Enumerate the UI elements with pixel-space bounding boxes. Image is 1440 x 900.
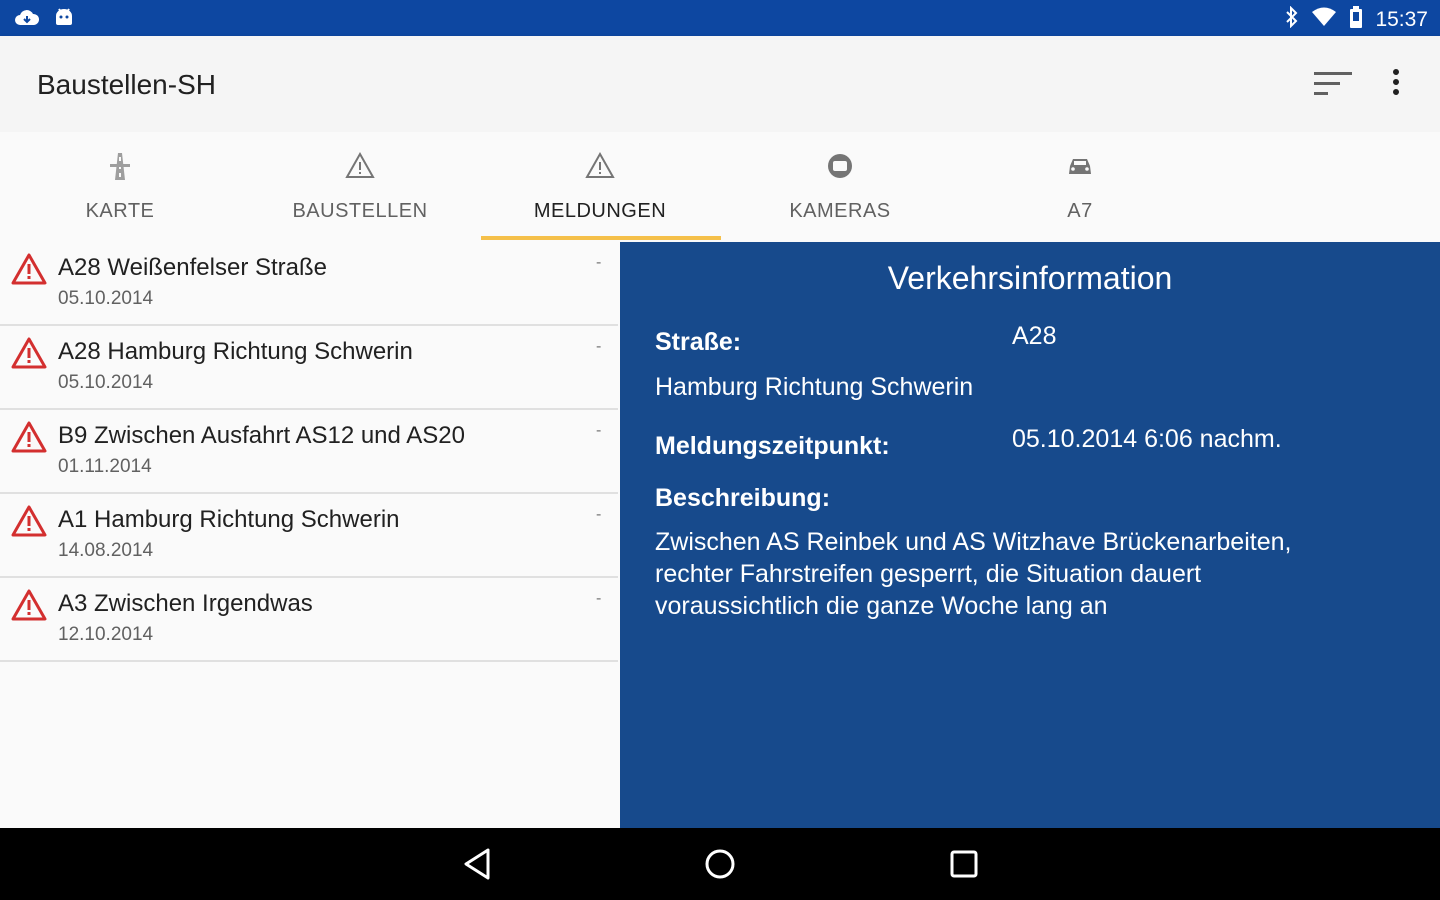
status-bar: 15:37 <box>0 0 1440 36</box>
recents-button[interactable] <box>944 846 984 882</box>
warning-icon <box>10 252 48 286</box>
camera-icon <box>824 150 856 182</box>
app-title: Baustellen-SH <box>37 69 216 100</box>
road-label: Straße: <box>655 328 742 356</box>
road-value: A28 <box>1012 322 1057 350</box>
message-date: 05.10.2014 <box>58 288 154 309</box>
navigation-bar <box>0 828 1440 900</box>
tab-bar: KARTE BAUSTELLEN MELDUNGEN KAMERAS A7 <box>0 132 1440 242</box>
list-item[interactable]: A28 Hamburg Richtung Schwerin 05.10.2014… <box>0 326 618 410</box>
tab-label: KARTE <box>85 200 155 222</box>
tab-meldungen[interactable]: MELDUNGEN <box>480 132 720 240</box>
message-trailing: - <box>596 254 602 271</box>
time-label: Meldungszeitpunkt: <box>655 432 890 460</box>
more-vert-icon <box>1393 69 1399 95</box>
clock: 15:37 <box>1375 7 1428 31</box>
message-trailing: - <box>596 506 602 523</box>
home-icon <box>705 849 735 879</box>
cloud-icon <box>14 7 40 32</box>
tab-label: KAMERAS <box>789 200 891 222</box>
detail-heading: Verkehrsinformation <box>887 260 1173 296</box>
bluetooth-icon <box>1285 5 1299 33</box>
message-date: 14.08.2014 <box>58 540 154 561</box>
warning-icon <box>10 336 48 370</box>
message-title: A3 Zwischen Irgendwas <box>58 590 313 617</box>
tab-label: MELDUNGEN <box>533 200 667 222</box>
message-title: A28 Weißenfelser Straße <box>58 254 328 281</box>
back-icon <box>464 848 490 880</box>
message-trailing: - <box>596 422 602 439</box>
message-trailing: - <box>596 338 602 355</box>
warning-icon <box>10 504 48 538</box>
message-title: A1 Hamburg Richtung Schwerin <box>58 506 400 533</box>
list-item[interactable]: A3 Zwischen Irgendwas 12.10.2014 - <box>0 578 618 662</box>
road-icon <box>104 150 136 182</box>
wifi-icon <box>1311 7 1337 32</box>
warning-icon <box>10 420 48 454</box>
message-list: A28 Weißenfelser Straße 05.10.2014 - A28… <box>0 242 618 828</box>
tab-label: A7 <box>1067 200 1093 222</box>
tab-a7[interactable]: A7 <box>960 132 1200 240</box>
list-item[interactable]: B9 Zwischen Ausfahrt AS12 und AS20 01.11… <box>0 410 618 494</box>
warning-icon <box>344 150 376 182</box>
warning-icon <box>584 150 616 182</box>
battery-icon <box>1349 6 1363 33</box>
message-date: 01.11.2014 <box>58 456 152 477</box>
tab-baustellen[interactable]: BAUSTELLEN <box>240 132 480 240</box>
sort-icon <box>1314 72 1352 95</box>
sort-button[interactable] <box>1312 70 1354 98</box>
app-bar: Baustellen-SH <box>0 36 1440 132</box>
tab-kameras[interactable]: KAMERAS <box>720 132 960 240</box>
message-date: 05.10.2014 <box>58 372 154 393</box>
home-button[interactable] <box>700 846 740 882</box>
description-label: Beschreibung: <box>655 484 831 512</box>
back-button[interactable] <box>458 846 498 882</box>
android-icon <box>54 7 74 32</box>
car-icon <box>1064 150 1096 182</box>
list-item[interactable]: A1 Hamburg Richtung Schwerin 14.08.2014 … <box>0 494 618 578</box>
tab-label: BAUSTELLEN <box>292 200 428 222</box>
message-title: B9 Zwischen Ausfahrt AS12 und AS20 <box>58 422 465 449</box>
message-title: A28 Hamburg Richtung Schwerin <box>58 338 413 365</box>
recents-icon <box>950 850 978 878</box>
description-line: rechter Fahrstreifen gesperrt, die Situa… <box>655 560 1202 588</box>
list-item[interactable]: A28 Weißenfelser Straße 05.10.2014 - <box>0 242 618 326</box>
description-line: Zwischen AS Reinbek und AS Witzhave Brüc… <box>655 528 1292 556</box>
tab-indicator <box>481 236 721 240</box>
road-description: Hamburg Richtung Schwerin <box>655 373 974 401</box>
detail-panel: Verkehrsinformation Straße: A28 Hamburg … <box>620 242 1440 828</box>
warning-icon <box>10 588 48 622</box>
tab-karte[interactable]: KARTE <box>0 132 240 240</box>
description-line: voraussichtlich die ganze Woche lang an <box>655 592 1108 620</box>
message-date: 12.10.2014 <box>58 624 154 645</box>
more-options-button[interactable] <box>1382 64 1410 104</box>
message-trailing: - <box>596 590 602 607</box>
time-value: 05.10.2014 6:06 nachm. <box>1012 425 1282 453</box>
